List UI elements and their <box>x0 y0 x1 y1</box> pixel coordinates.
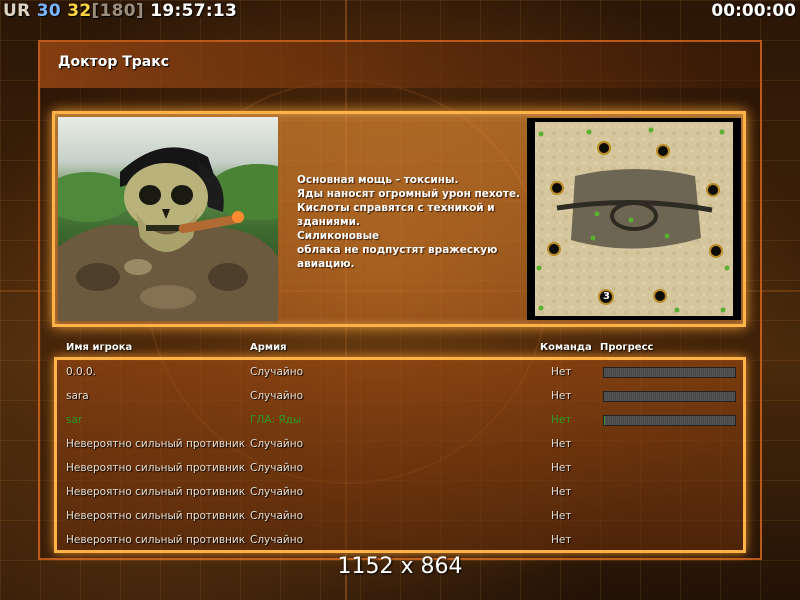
team-dropdown[interactable]: Нет <box>551 534 571 546</box>
hud-ur-label: UR <box>3 1 31 21</box>
description-line: Основная мощь - токсины. <box>297 174 459 186</box>
player-name-cell[interactable]: Невероятно сильный противник <box>66 510 245 522</box>
progress-bar <box>603 367 736 378</box>
header-progress: Прогресс <box>600 342 654 353</box>
player-row[interactable]: Невероятно сильный противник Случайно Нет <box>0 433 800 457</box>
army-dropdown[interactable]: Случайно <box>250 510 303 522</box>
army-dropdown[interactable]: Случайно <box>250 366 303 378</box>
skull-portrait-icon <box>58 147 278 321</box>
player-name-cell[interactable]: sara <box>66 390 89 402</box>
team-dropdown[interactable]: Нет <box>551 438 571 450</box>
player-name-cell[interactable]: Невероятно сильный противник <box>66 438 245 450</box>
hud-clock: 19:57:13 <box>150 1 238 21</box>
army-dropdown[interactable]: Случайно <box>250 534 303 546</box>
team-dropdown[interactable]: Нет <box>551 366 571 378</box>
army-dropdown[interactable]: Случайно <box>250 486 303 498</box>
description-line: Силиконовые <box>297 230 380 242</box>
minimap-player-marker: 3 <box>603 291 610 302</box>
header-player-name: Имя игрока <box>66 342 133 353</box>
team-dropdown[interactable]: Нет <box>551 510 571 522</box>
description-line: зданиями. <box>297 216 360 228</box>
progress-bar-fill <box>604 416 606 425</box>
player-row[interactable]: sar ГЛА: Яды Нет <box>0 409 800 433</box>
hud-stat-1: 30 <box>36 1 61 21</box>
player-row[interactable]: Невероятно сильный противник Случайно Нет <box>0 505 800 529</box>
player-name-cell[interactable]: Невероятно сильный противник <box>66 534 245 546</box>
general-description: Основная мощь - токсины. Яды наносят огр… <box>297 173 522 271</box>
player-row[interactable]: 0.0.0. Случайно Нет <box>0 361 800 385</box>
hud-stats: UR 30 32[180] 19:57:13 <box>3 1 237 21</box>
description-line: облака не подпустят вражескую <box>297 244 498 256</box>
minimap-terrain <box>535 122 733 316</box>
map-preview[interactable]: 3 <box>527 118 741 320</box>
general-name-title: Доктор Тракс <box>58 54 170 70</box>
player-name-cell[interactable]: sar <box>66 414 82 426</box>
player-name-cell[interactable]: Невероятно сильный противник <box>66 486 245 498</box>
player-row[interactable]: Невероятно сильный противник Случайно Нет <box>0 457 800 481</box>
description-line: авиацию. <box>297 258 355 270</box>
description-line: Яды наносят огромный урон пехоте. <box>297 188 521 200</box>
general-portrait <box>58 117 278 321</box>
description-line: Кислоты справятся с техникой и <box>297 202 495 214</box>
progress-bar <box>603 415 736 426</box>
player-row[interactable]: Невероятно сильный противник Случайно Нет <box>0 529 800 553</box>
army-dropdown[interactable]: ГЛА: Яды <box>250 414 301 426</box>
hud-timer: 00:00:00 <box>711 1 796 21</box>
player-name-cell[interactable]: Невероятно сильный противник <box>66 462 245 474</box>
resolution-label: 1152 x 864 <box>337 554 463 579</box>
hud-stat-2: 32 <box>67 1 92 21</box>
team-dropdown[interactable]: Нет <box>551 486 571 498</box>
player-row[interactable]: Невероятно сильный противник Случайно Нет <box>0 481 800 505</box>
player-row[interactable]: sara Случайно Нет <box>0 385 800 409</box>
player-table-headers: Имя игрока Армия Команда Прогресс <box>0 342 800 356</box>
progress-bar <box>603 391 736 402</box>
header-team: Команда <box>540 342 592 353</box>
player-name-cell[interactable]: 0.0.0. <box>66 366 96 378</box>
hud-stat-bracket: [180] <box>91 1 144 21</box>
army-dropdown[interactable]: Случайно <box>250 462 303 474</box>
header-army: Армия <box>250 342 287 353</box>
team-dropdown[interactable]: Нет <box>551 390 571 402</box>
army-dropdown[interactable]: Случайно <box>250 390 303 402</box>
army-dropdown[interactable]: Случайно <box>250 438 303 450</box>
team-dropdown[interactable]: Нет <box>551 414 571 426</box>
team-dropdown[interactable]: Нет <box>551 462 571 474</box>
